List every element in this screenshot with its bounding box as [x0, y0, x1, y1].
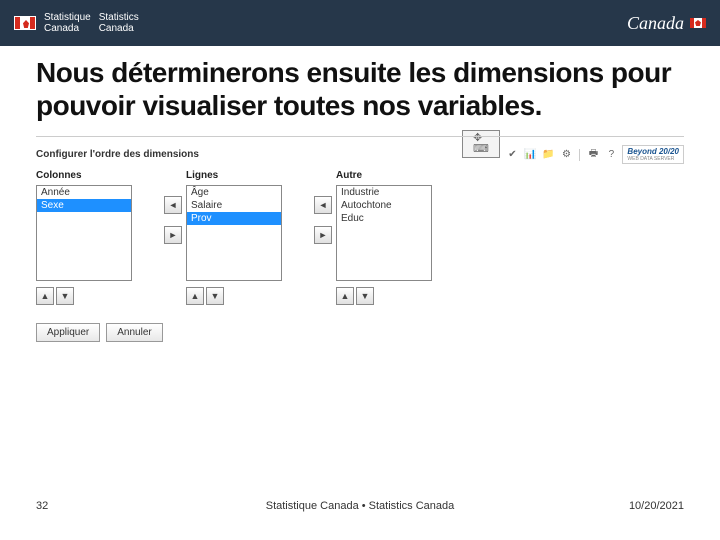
listbox-colonnes[interactable]: Année Sexe	[36, 185, 132, 281]
flag-icon	[690, 18, 706, 28]
listbox-autre[interactable]: Industrie Autochtone Educ	[336, 185, 432, 281]
col-label-lignes: Lignes	[186, 170, 282, 181]
list-item[interactable]: Prov	[187, 212, 281, 225]
gov-header: StatistiqueCanada StatisticsCanada Canad…	[0, 0, 720, 46]
app-panel: Configurer l'ordre des dimensions ✔ 📊 📁 …	[36, 136, 684, 342]
list-item[interactable]: Educ	[337, 212, 431, 225]
tool-icon[interactable]: ✔	[505, 148, 519, 162]
separator	[579, 149, 580, 161]
move-up-button[interactable]: ▲	[186, 287, 204, 305]
flag-icon	[14, 16, 36, 30]
list-item[interactable]: Industrie	[337, 186, 431, 199]
move-right-button[interactable]: ►	[164, 226, 182, 244]
move-down-button[interactable]: ▼	[356, 287, 374, 305]
listbox-lignes[interactable]: Âge Salaire Prov	[186, 185, 282, 281]
list-item[interactable]: Sexe	[37, 199, 131, 212]
cancel-button[interactable]: Annuler	[106, 323, 162, 342]
print-icon[interactable]: 🖶	[586, 148, 600, 162]
list-item[interactable]: Âge	[187, 186, 281, 199]
footer-center: Statistique Canada • Statistics Canada	[266, 500, 455, 512]
panel-title: Configurer l'ordre des dimensions	[36, 149, 199, 160]
apply-button[interactable]: Appliquer	[36, 323, 100, 342]
slide-title: Nous déterminerons ensuite les dimension…	[36, 56, 684, 122]
org-signature: StatistiqueCanada StatisticsCanada	[14, 12, 139, 34]
canada-wordmark: Canada	[627, 13, 706, 34]
list-item[interactable]: Autochtone	[337, 199, 431, 212]
footer-date: 10/20/2021	[629, 500, 684, 512]
col-label-autre: Autre	[336, 170, 432, 181]
slide-footer: 32 Statistique Canada • Statistics Canad…	[0, 500, 720, 512]
move-right-button[interactable]: ►	[314, 226, 332, 244]
tool-icon[interactable]: 📊	[523, 148, 537, 162]
gear-icon[interactable]: ⚙	[559, 148, 573, 162]
move-left-button[interactable]: ◄	[164, 196, 182, 214]
list-item[interactable]: Salaire	[187, 199, 281, 212]
org-name-fr: StatistiqueCanada	[44, 12, 91, 34]
move-left-button[interactable]: ◄	[314, 196, 332, 214]
move-up-button[interactable]: ▲	[36, 287, 54, 305]
org-name-en: StatisticsCanada	[99, 12, 139, 34]
move-down-button[interactable]: ▼	[56, 287, 74, 305]
move-up-button[interactable]: ▲	[336, 287, 354, 305]
col-label-colonnes: Colonnes	[36, 170, 132, 181]
move-down-button[interactable]: ▼	[206, 287, 224, 305]
brand-badge: Beyond 20/20WEB DATA SERVER	[622, 145, 684, 164]
tool-icon[interactable]: 📁	[541, 148, 555, 162]
page-number: 32	[36, 500, 48, 512]
list-item[interactable]: Année	[37, 186, 131, 199]
app-toolbar: ✔ 📊 📁 ⚙ 🖶 ? Beyond 20/20WEB DATA SERVER	[505, 145, 684, 164]
help-icon[interactable]: ?	[604, 148, 618, 162]
